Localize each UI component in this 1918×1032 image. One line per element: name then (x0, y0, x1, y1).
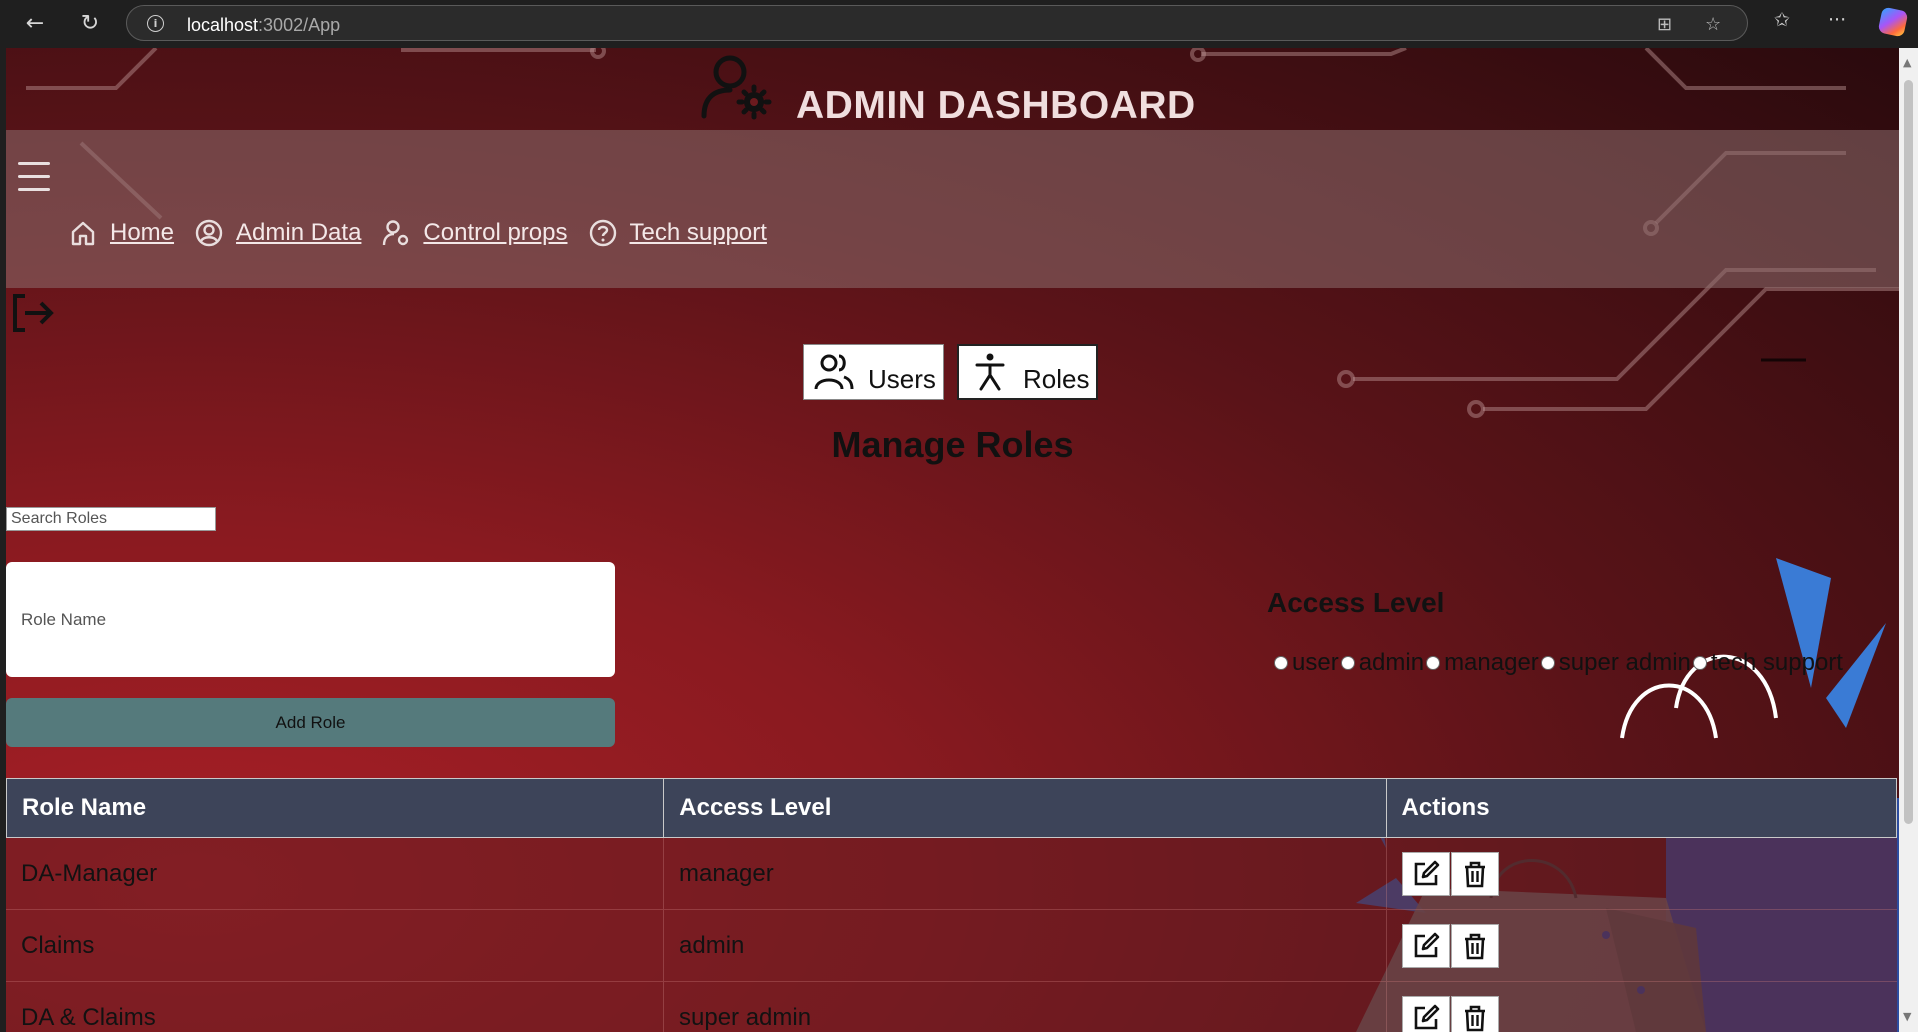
delete-button[interactable] (1451, 923, 1499, 968)
nav-link-tech-support[interactable]: Tech support (630, 219, 767, 247)
nav-links: Home Admin Data Control props Tech suppo… (68, 218, 787, 248)
address-bar[interactable]: i localhost:3002/App ⊞ ☆ (126, 5, 1748, 41)
user-gear-icon (701, 55, 772, 120)
reload-icon[interactable]: ↻ (73, 6, 107, 40)
nav-item-admin-data[interactable]: Admin Data (194, 218, 361, 248)
person-icon (975, 353, 1005, 391)
access-level-cell: admin (664, 910, 1387, 981)
table-header: Role Name Access Level Actions (6, 778, 1897, 838)
users-icon (814, 354, 854, 390)
roles-table: Role Name Access Level Actions DA-Manage… (6, 778, 1897, 1032)
page-title: Manage Roles (831, 424, 1074, 465)
radio-button[interactable] (1426, 656, 1441, 670)
radio-super-admin[interactable]: super admin (1540, 649, 1691, 677)
more-icon[interactable]: ··· (1828, 9, 1846, 31)
vertical-scrollbar[interactable]: ▲ ▼ (1899, 48, 1918, 1032)
access-level-options: user admin manager super admin tech supp… (1274, 649, 1845, 677)
radio-tech-support[interactable]: tech support (1692, 649, 1843, 677)
trash-icon (1465, 1005, 1485, 1031)
favorites-icon[interactable]: ✩ (1774, 9, 1790, 31)
nav-link-admin-data[interactable]: Admin Data (236, 219, 361, 247)
access-level-title: Access Level (1267, 587, 1445, 618)
radio-manager[interactable]: manager (1426, 649, 1539, 677)
home-icon (71, 221, 95, 246)
nav-item-control-props[interactable]: Control props (381, 218, 568, 248)
star-icon[interactable]: ☆ (1705, 14, 1721, 35)
user-circle-icon (195, 219, 223, 247)
access-level-cell: super admin (664, 982, 1387, 1032)
user-gear-icon (383, 220, 409, 246)
role-name-field[interactable] (6, 562, 615, 677)
tab-users[interactable]: Users (803, 344, 944, 400)
actions-cell (1387, 982, 1897, 1032)
table-row: DA-Manager manager (6, 838, 1897, 910)
access-level-cell: manager (664, 838, 1387, 909)
page-viewport: ADMIN DASHBOARD Home Admin Data Control … (6, 48, 1899, 1032)
radio-button[interactable] (1692, 656, 1707, 670)
copilot-icon[interactable] (1877, 6, 1909, 38)
search-input[interactable] (6, 507, 216, 531)
help-circle-icon (589, 219, 616, 247)
actions-cell (1387, 838, 1897, 909)
role-name-cell: Claims (6, 910, 664, 981)
delete-button[interactable] (1451, 851, 1499, 896)
radio-button[interactable] (1274, 656, 1288, 670)
browser-toolbar: ← ↻ i localhost:3002/App ⊞ ☆ ✩ ··· (0, 0, 1918, 45)
info-icon[interactable]: i (147, 15, 164, 32)
tab-roles-label: Roles (1023, 363, 1090, 394)
radio-button[interactable] (1340, 656, 1355, 670)
scroll-down-icon[interactable]: ▼ (1903, 1010, 1911, 1023)
actions-cell (1387, 910, 1897, 981)
scroll-up-icon[interactable]: ▲ (1903, 56, 1911, 69)
column-header-actions: Actions (1401, 794, 1490, 821)
nav-link-control-props[interactable]: Control props (423, 219, 567, 247)
edit-button[interactable] (1402, 851, 1450, 896)
trash-icon (1465, 861, 1485, 887)
tab-roles[interactable]: Roles (957, 344, 1098, 400)
edit-icon (1414, 932, 1440, 957)
table-row: Claims admin (6, 910, 1897, 982)
radio-admin[interactable]: admin (1340, 649, 1424, 677)
role-name-cell: DA & Claims (6, 982, 664, 1032)
delete-button[interactable] (1451, 995, 1499, 1032)
nav-item-tech-support[interactable]: Tech support (588, 218, 767, 248)
radio-button[interactable] (1540, 656, 1555, 670)
navigation-bar: Home Admin Data Control props Tech suppo… (6, 130, 1899, 288)
hamburger-menu-icon[interactable] (18, 162, 50, 192)
column-header-access-level: Access Level (664, 779, 1387, 837)
scrollbar-thumb[interactable] (1904, 80, 1913, 824)
app-header: ADMIN DASHBOARD (6, 48, 1899, 130)
logout-icon[interactable] (9, 290, 55, 336)
column-header-role-name: Role Name (7, 779, 665, 837)
nav-link-home[interactable]: Home (110, 219, 174, 247)
edit-icon (1414, 1004, 1440, 1029)
tab-users-label: Users (868, 363, 936, 394)
table-row: DA & Claims super admin (6, 982, 1897, 1032)
radio-user[interactable]: user (1274, 649, 1339, 677)
trash-icon (1465, 933, 1485, 959)
url-text: localhost:3002/App (187, 15, 341, 35)
add-role-button[interactable]: Add Role (6, 698, 615, 747)
edit-button[interactable] (1402, 995, 1450, 1032)
role-name-cell: DA-Manager (6, 838, 664, 909)
edit-icon (1414, 860, 1440, 885)
app-title: ADMIN DASHBOARD (796, 84, 1196, 127)
back-icon[interactable]: ← (18, 6, 52, 40)
edit-button[interactable] (1402, 923, 1450, 968)
nav-item-home[interactable]: Home (68, 218, 174, 248)
app-grid-icon[interactable]: ⊞ (1657, 14, 1672, 35)
